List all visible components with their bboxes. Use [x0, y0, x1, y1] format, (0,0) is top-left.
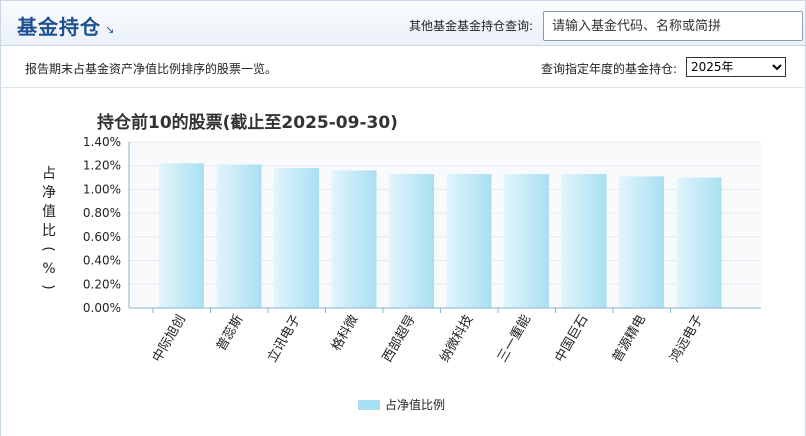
bar[interactable] — [389, 174, 434, 308]
x-tick-label: 西部超导 — [380, 313, 419, 366]
fund-search-label: 其他基金基金持仓查询: — [409, 19, 534, 33]
x-tick-label: 中际旭创 — [150, 313, 189, 366]
holdings-bar-chart: 0.00% 0.20% 0.40% 0.60% 0.80% 1.00% 1.20% 1.40%… — [40, 112, 761, 412]
y-axis-label-char: 比 — [42, 223, 56, 239]
y-tick-label: 1.20% — [83, 159, 121, 173]
x-tick-label: 三一重能 — [494, 312, 534, 365]
y-tick-label: 0.80% — [83, 206, 121, 220]
bar[interactable] — [676, 177, 722, 308]
bar[interactable] — [619, 176, 664, 308]
x-tick-label: 格科微 — [328, 312, 361, 354]
legend-label: 占净值比例 — [385, 397, 445, 412]
chart-container: 0.00% 0.20% 0.40% 0.60% 0.80% 1.00% 1.20% 1.40%… — [0, 88, 806, 436]
bar[interactable] — [274, 168, 319, 308]
y-axis-label-char: 净 — [42, 185, 56, 201]
y-tick-label: 0.40% — [83, 254, 121, 268]
bar[interactable] — [446, 174, 492, 308]
y-axis-label: 占净值比 (%) — [40, 166, 56, 290]
legend-swatch — [358, 400, 380, 410]
bar[interactable] — [331, 170, 377, 308]
expand-arrow-icon[interactable]: ↘ — [105, 23, 114, 36]
x-tick-labels: 中际旭创 普蕊斯 立讯电子 格科微 西部超导 纳微科技 三一重能 中国巨石 普源精电 鸿远电子 — [150, 308, 706, 365]
fund-search-input[interactable] — [543, 11, 803, 41]
y-axis-label-char: 值 — [42, 204, 56, 220]
page-title: 基金持仓 — [17, 15, 101, 39]
y-tick-label: 0.00% — [83, 301, 121, 315]
bar[interactable] — [561, 174, 607, 308]
bar[interactable] — [216, 164, 262, 308]
year-select-label: 查询指定年度的基金持仓: — [541, 62, 678, 76]
y-tick-label: 0.60% — [83, 230, 121, 244]
bar[interactable] — [159, 163, 204, 308]
y-tick-label: 1.00% — [83, 182, 121, 196]
header-bar: 基金持仓 ↘ 其他基金基金持仓查询: — [0, 0, 806, 46]
holdings-description: 报告期末占基金资产净值比例排序的股票一览。 — [25, 62, 278, 76]
x-tick-label: 普源精电 — [610, 313, 649, 366]
x-tick-label: 纳微科技 — [437, 313, 476, 366]
y-tick-labels: 0.00% 0.20% 0.40% 0.60% 0.80% 1.00% 1.20% 1.40% — [83, 135, 121, 315]
y-axis-label-char: % — [42, 261, 55, 277]
y-axis-label-char: ) — [40, 284, 56, 289]
x-tick-label: 中国巨石 — [552, 313, 591, 366]
x-tick-label: 普蕊斯 — [214, 313, 246, 354]
x-tick-label: 鸿远电子 — [667, 312, 707, 365]
y-axis-label-char: 占 — [42, 166, 56, 182]
bar[interactable] — [504, 174, 549, 308]
chart-title: 持仓前10的股票(截止至2025-09-30) — [97, 112, 398, 133]
legend[interactable]: 占净值比例 — [358, 397, 445, 412]
y-tick-label: 0.20% — [83, 277, 121, 291]
y-axis-label-char: ( — [40, 246, 56, 251]
y-tick-label: 1.40% — [83, 135, 121, 149]
x-tick-label: 立讯电子 — [265, 313, 304, 366]
sub-toolbar: 报告期末占基金资产净值比例排序的股票一览。 查询指定年度的基金持仓: 2025年 — [0, 46, 806, 88]
year-select[interactable]: 2025年 — [686, 57, 786, 77]
